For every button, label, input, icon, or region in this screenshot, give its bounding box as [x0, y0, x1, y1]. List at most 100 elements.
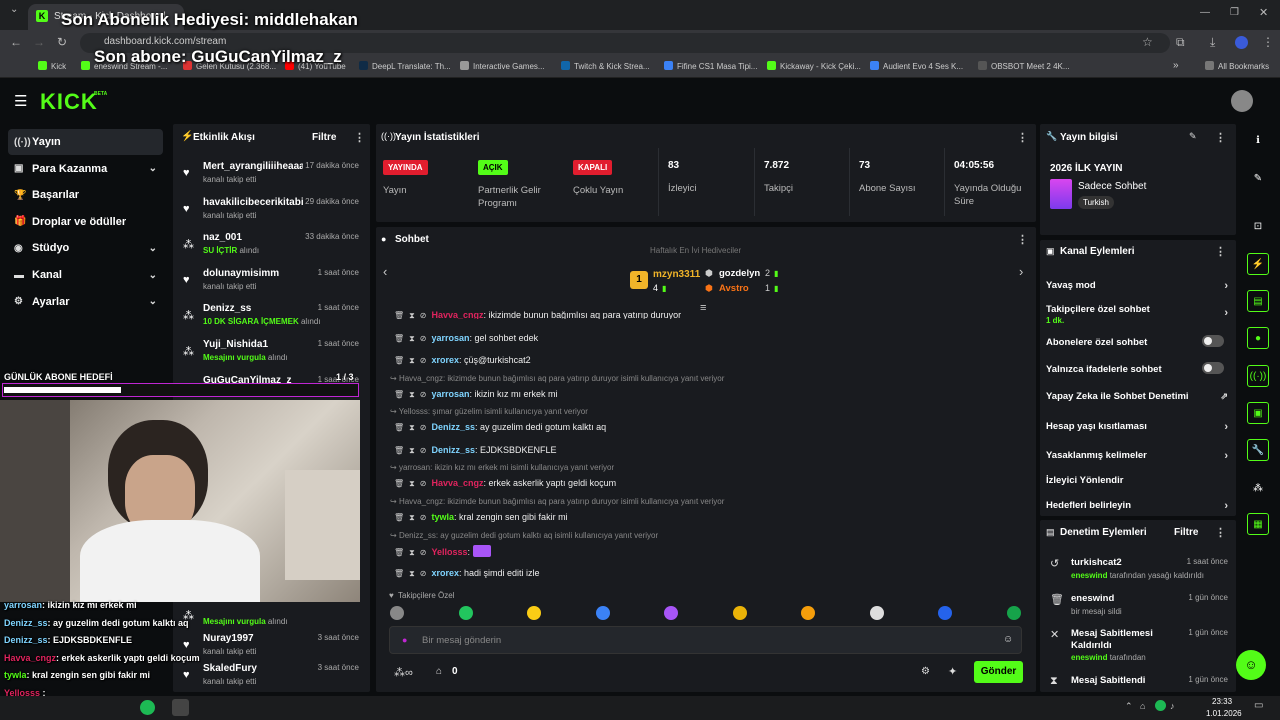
activity-menu-icon[interactable]: ⋮ — [354, 131, 365, 144]
ban-icon[interactable]: ⊘ — [420, 423, 427, 432]
chevron-down-icon[interactable]: ⌄ — [149, 243, 157, 254]
timeout-icon[interactable]: ⧗ — [409, 423, 415, 432]
delete-message-icon[interactable]: 🗑 — [394, 423, 404, 432]
chat-message[interactable]: 🗑 ⧗ ⊘ Yellosss: — [394, 545, 491, 558]
toggle-switch[interactable] — [1202, 362, 1224, 374]
rail-capture-icon[interactable]: ⊡ — [1247, 215, 1269, 237]
rail-info-icon[interactable]: ℹ — [1247, 129, 1269, 151]
emote-icon[interactable] — [527, 606, 541, 620]
channel-action-item[interactable]: Yasaklanmış kelimeler › — [1046, 450, 1228, 464]
reload-icon[interactable]: ↻ — [57, 35, 67, 49]
chat-username[interactable]: Havva_cngz — [431, 478, 483, 488]
rail-clapper-icon[interactable]: ▦ — [1247, 513, 1269, 535]
mod-action-title[interactable]: Mesaj Sabitlemesi Kaldırıldı — [1071, 628, 1181, 652]
emote-icon[interactable] — [801, 606, 815, 620]
back-icon[interactable]: ← — [10, 35, 22, 49]
sidebar-item[interactable]: 🎁 Droplar ve ödüller — [8, 209, 163, 235]
emote-icon[interactable] — [390, 606, 404, 620]
delete-message-icon[interactable]: 🗑 — [394, 479, 404, 488]
chat-username[interactable]: Denizz_ss — [431, 445, 475, 455]
bookmark-item[interactable]: Kick — [38, 61, 66, 71]
category-name[interactable]: Sadece Sohbet — [1078, 181, 1146, 192]
chat-message[interactable]: 🗑 ⧗ ⊘ Havva_cngz: ikizimde bunun bağımlısı … — [394, 310, 681, 319]
chevron-right-icon[interactable]: › — [1224, 280, 1228, 292]
window-minimize-icon[interactable]: — — [1200, 7, 1210, 18]
download-icon[interactable]: ⤓ — [1210, 35, 1215, 50]
sidebar-item[interactable]: 🏆 Başarılar — [8, 182, 163, 208]
language-tag[interactable]: Turkish — [1078, 196, 1114, 209]
rail-edit-icon[interactable]: ✎ — [1247, 167, 1269, 189]
sidebar-item[interactable]: ▬ Kanal ⌄ — [8, 262, 163, 288]
event-username[interactable]: Mert_ayrangiliiiheaaa — [203, 161, 303, 172]
tray-arrow-icon[interactable]: ⌃ — [1125, 701, 1133, 712]
chat-message[interactable]: 🗑 ⧗ ⊘ tywla: kral zengin sen gibi fakir mi — [394, 512, 568, 523]
rail-share-icon[interactable]: ⁂ — [1247, 477, 1269, 499]
timeout-icon[interactable]: ⧗ — [409, 334, 415, 343]
delete-message-icon[interactable]: 🗑 — [394, 356, 404, 365]
chevron-down-icon[interactable]: ⌄ — [149, 296, 157, 307]
ban-icon[interactable]: ⊘ — [420, 569, 427, 578]
chat-settings-icon[interactable]: ⚙ — [921, 666, 930, 677]
bookmark-item[interactable]: Fifine CS1 Masa Tipi... — [664, 61, 757, 71]
activity-event[interactable]: ♥ dolunaymisimm 1 saat önce kanalı takip et… — [173, 268, 367, 304]
tray-spotify-icon[interactable] — [1155, 700, 1166, 711]
channel-action-item[interactable]: Abonelere özel sohbet — [1046, 335, 1228, 351]
sidebar-item[interactable]: ((·)) Yayın — [8, 129, 163, 155]
ban-icon[interactable]: ⊘ — [420, 334, 427, 343]
activity-event[interactable]: ♥ Mert_ayrangiliiiheaaa 17 dakika önce kana… — [173, 161, 367, 197]
pinned-toggle-icon[interactable]: ≡ — [700, 302, 706, 314]
emote-icon[interactable] — [938, 606, 952, 620]
rail-panel-icon[interactable]: ▣ — [1247, 402, 1269, 424]
timeout-icon[interactable]: ⧗ — [409, 479, 415, 488]
mod-actions-menu-icon[interactable]: ⋮ — [1215, 526, 1226, 539]
delete-message-icon[interactable]: 🗑 — [394, 311, 404, 319]
menu-kebab-icon[interactable]: ⋮ — [1262, 35, 1274, 49]
points-infinity-icon[interactable]: ⁂∞ — [394, 666, 413, 679]
activity-filter-button[interactable]: Filtre — [312, 132, 336, 143]
chat-message[interactable]: 🗑 ⧗ ⊘ xrorex: çüş@turkishcat2 — [394, 355, 531, 366]
stream-info-menu-icon[interactable]: ⋮ — [1215, 131, 1226, 144]
channel-action-item[interactable]: Hesap yaşı kısıtlaması › — [1046, 421, 1228, 435]
chat-username[interactable]: yarrosan — [431, 333, 469, 343]
chat-message[interactable]: 🗑 ⧗ ⊘ Havva_cngz: erkek askerlik yaptı geld… — [394, 478, 616, 489]
store-icon[interactable]: ⌂ — [436, 666, 442, 677]
bookmark-item[interactable]: Interactive Games... — [460, 61, 545, 71]
emote-icon[interactable] — [869, 606, 884, 620]
leaderboard-prev-icon[interactable]: ‹ — [383, 264, 387, 279]
event-username[interactable]: dolunaymisimm — [203, 268, 303, 279]
activity-event[interactable]: ⁂ naz_001 33 dakika önce SU İÇTİR alındı — [173, 232, 367, 268]
timeout-icon[interactable]: ⧗ — [409, 513, 415, 522]
stats-menu-icon[interactable]: ⋮ — [1017, 131, 1028, 144]
emote-bar[interactable] — [388, 604, 1024, 622]
mod-action-by[interactable]: eneswind — [1071, 571, 1107, 580]
channel-action-item[interactable]: Yapay Zeka ile Sohbet Denetimi ⇗ — [1046, 391, 1228, 405]
bookmark-item[interactable]: OBSBOT Meet 2 4K... — [978, 61, 1070, 71]
event-username[interactable]: Yuji_Nishida1 — [203, 339, 303, 350]
hamburger-menu-icon[interactable]: ☰ — [14, 92, 27, 110]
rail-broadcast-icon[interactable]: ((·)) — [1247, 365, 1269, 387]
chat-message[interactable]: 🗑 ⧗ ⊘ yarrosan: ikizin kız mı erkek mi — [394, 389, 558, 400]
channel-action-item[interactable]: Hedefleri belirleyin › — [1046, 500, 1228, 514]
timeout-icon[interactable]: ⧗ — [409, 356, 415, 365]
mod-actions-filter-button[interactable]: Filtre — [1174, 527, 1198, 538]
ban-icon[interactable]: ⊘ — [420, 311, 427, 319]
activity-event[interactable]: ♥ SkaledFury 3 saat önce kanalı takip etti — [173, 663, 367, 699]
chat-username[interactable]: yarrosan — [431, 389, 469, 399]
chat-username[interactable]: Denizz_ss — [431, 422, 475, 432]
rail-document-icon[interactable]: ▤ — [1247, 290, 1269, 312]
chevron-right-icon[interactable]: › — [1224, 307, 1228, 319]
chevron-down-icon[interactable]: ⌄ — [149, 270, 157, 281]
ban-icon[interactable]: ⊘ — [420, 479, 427, 488]
chevron-right-icon[interactable]: › — [1224, 421, 1228, 433]
emote-icon[interactable] — [664, 606, 678, 620]
emote-icon[interactable] — [595, 606, 610, 620]
delete-message-icon[interactable]: 🗑 — [394, 390, 404, 399]
delete-message-icon[interactable]: 🗑 — [394, 446, 404, 455]
channel-action-item[interactable]: Takipçilere özel sohbet 1 dk. › — [1046, 304, 1228, 325]
sidebar-item[interactable]: ▣ Para Kazanma ⌄ — [8, 156, 163, 182]
kick-logo[interactable]: KICK — [40, 89, 98, 115]
notifications-icon[interactable]: ▭ — [1254, 700, 1263, 711]
support-chat-icon[interactable]: ☺ — [1236, 650, 1266, 680]
delete-message-icon[interactable]: 🗑 — [394, 569, 404, 578]
tab-list-icon[interactable]: ⌄ — [10, 4, 18, 15]
